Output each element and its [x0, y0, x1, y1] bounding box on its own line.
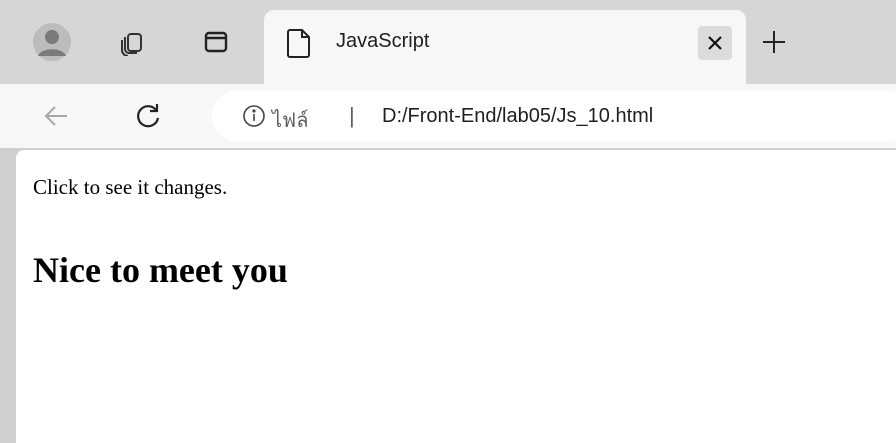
tab-actions-icon — [204, 31, 228, 53]
plus-icon — [763, 31, 785, 53]
browser-window: JavaScript ไฟล์ | D:/Front-End/lab05/Js_… — [0, 0, 896, 443]
new-tab-button[interactable] — [752, 20, 796, 64]
close-icon — [708, 36, 722, 50]
page-icon — [287, 29, 310, 58]
workspaces-icon — [121, 33, 142, 56]
back-arrow-icon — [44, 106, 67, 126]
tab-strip: JavaScript — [0, 0, 896, 84]
tab-title: JavaScript — [336, 30, 430, 52]
workspaces-button[interactable] — [110, 20, 154, 64]
address-bar[interactable]: ไฟล์ | D:/Front-End/lab05/Js_10.html — [212, 91, 896, 141]
back-button[interactable] — [34, 94, 78, 138]
navigation-toolbar: ไฟล์ | D:/Front-End/lab05/Js_10.html — [0, 84, 896, 148]
intro-text: Click to see it changes. — [33, 175, 228, 199]
tab-close-button[interactable] — [698, 26, 732, 60]
profile-avatar-icon — [33, 23, 71, 61]
profile-button[interactable] — [30, 20, 74, 64]
url-text[interactable]: D:/Front-End/lab05/Js_10.html — [382, 105, 653, 128]
tab-actions-button[interactable] — [194, 20, 238, 64]
scheme-label: ไฟล์ — [272, 108, 309, 132]
info-icon[interactable] — [242, 104, 266, 128]
page-content: Click to see it changes. Nice to meet yo… — [16, 150, 896, 443]
url-separator: | — [349, 103, 355, 128]
reload-button[interactable] — [126, 94, 170, 138]
page-heading[interactable]: Nice to meet you — [33, 249, 288, 291]
active-tab[interactable]: JavaScript — [264, 10, 746, 84]
reload-icon — [137, 104, 160, 128]
